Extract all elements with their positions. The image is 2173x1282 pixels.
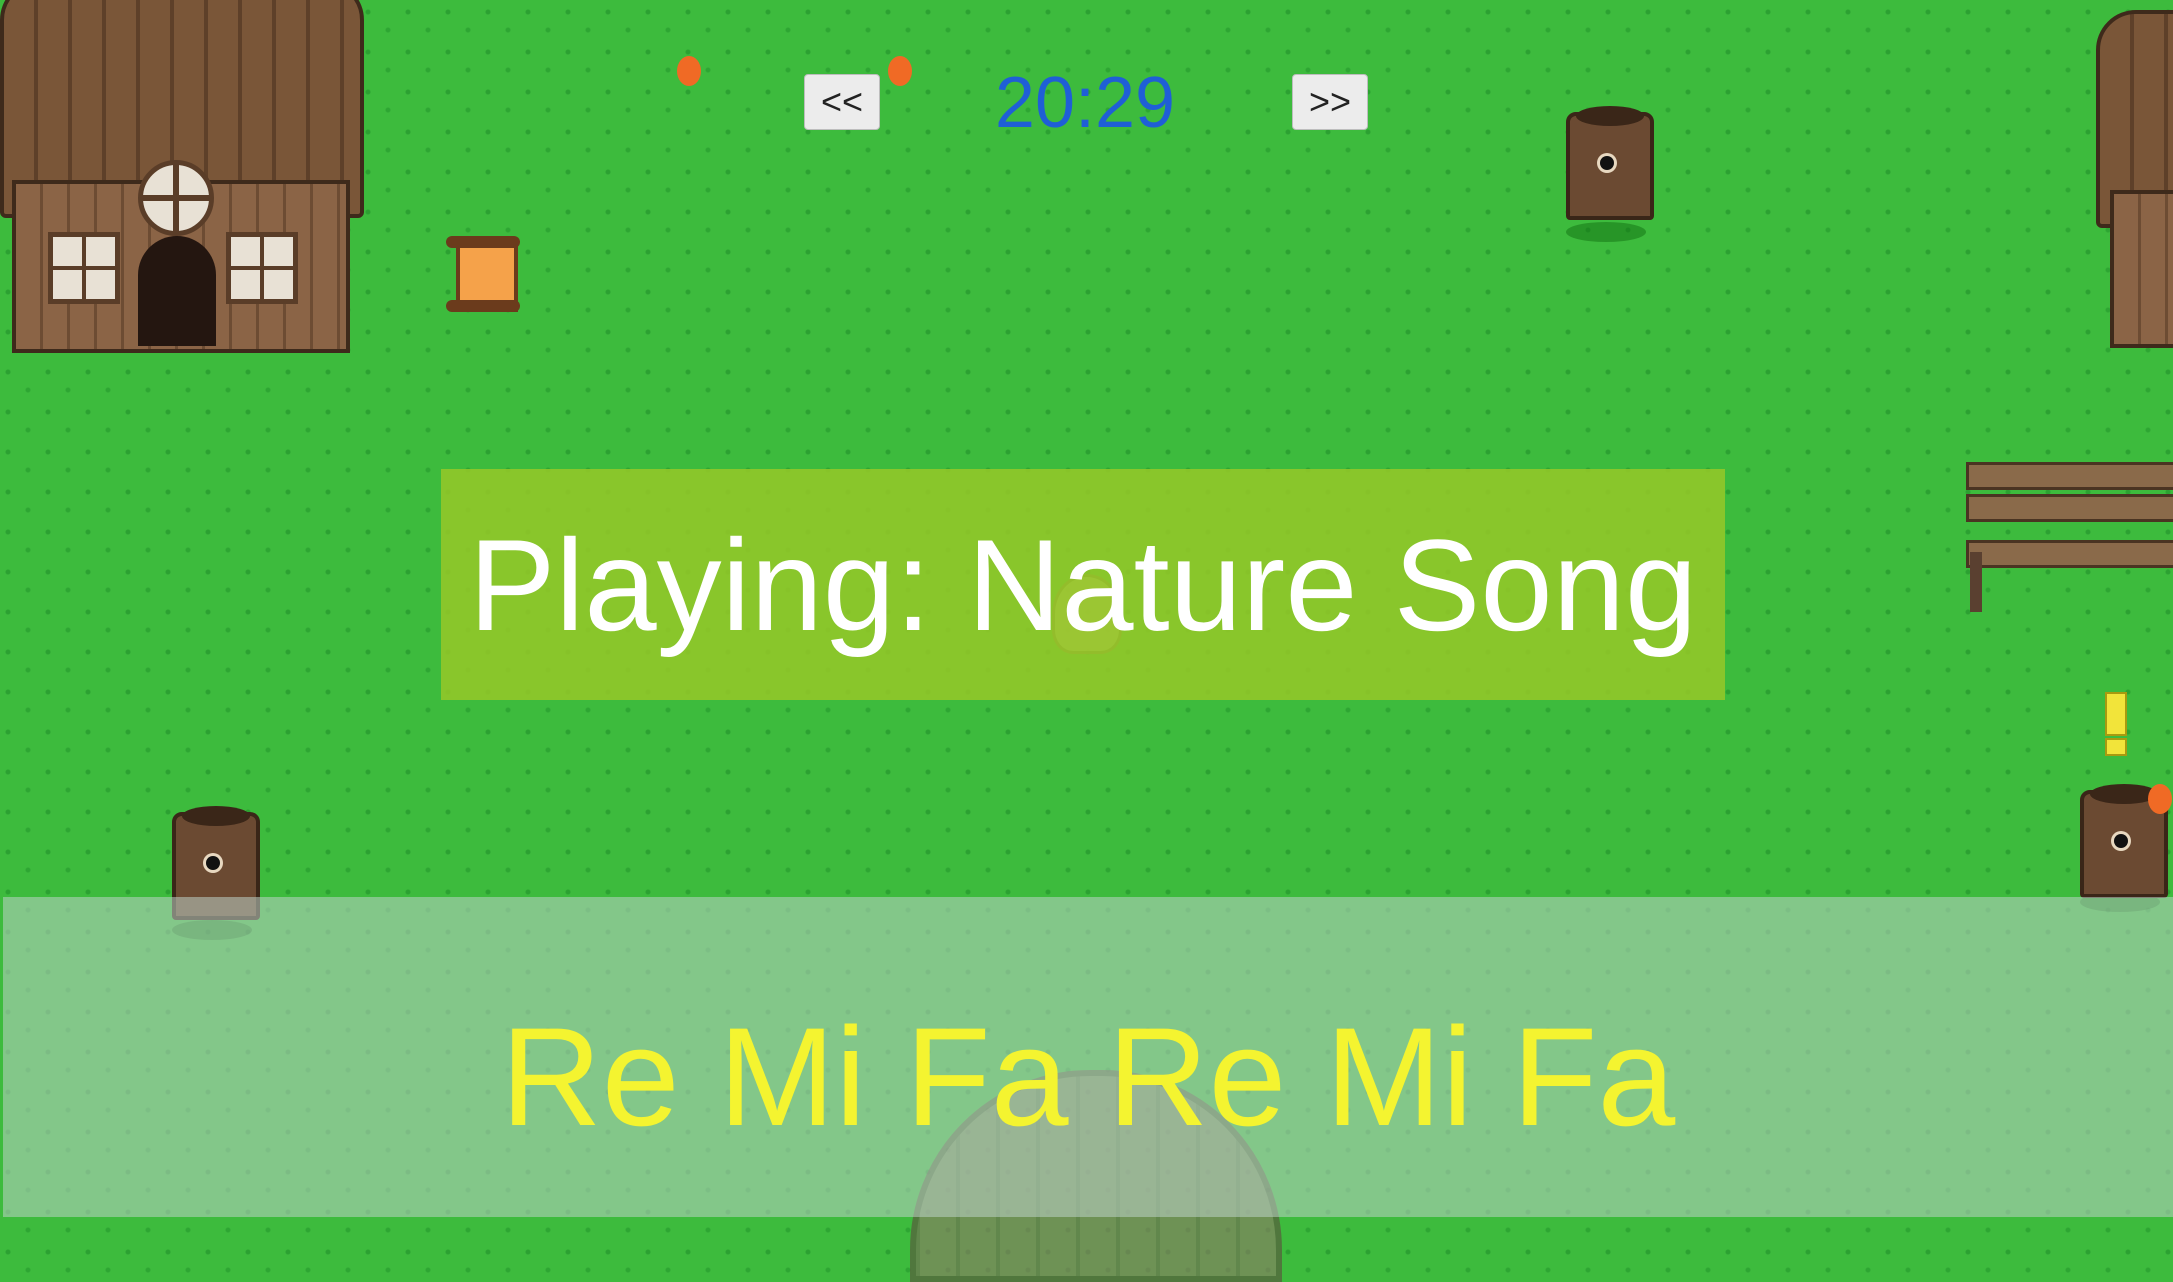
- bench: [1966, 462, 2173, 612]
- orange-fruit: [2148, 784, 2172, 814]
- round-window: [138, 160, 214, 236]
- now-playing-banner: Playing: Nature Song: [441, 469, 1725, 700]
- scroll-item[interactable]: [446, 236, 520, 312]
- npc-eye: [1600, 156, 1614, 170]
- house-right-edge: [2096, 0, 2173, 350]
- orange-fruit: [888, 56, 912, 86]
- game-clock: 20:29: [994, 63, 1176, 143]
- tree-stump-npc[interactable]: [1566, 106, 1654, 220]
- now-playing-text: Playing: Nature Song: [468, 511, 1698, 658]
- next-song-button[interactable]: >>: [1292, 74, 1368, 130]
- exclamation-icon: [2105, 692, 2127, 756]
- previous-song-button[interactable]: <<: [804, 74, 880, 130]
- notes-panel: Re Mi Fa Re Mi Fa: [3, 897, 2173, 1217]
- npc-eye: [206, 856, 220, 870]
- house-left: [0, 0, 370, 353]
- orange-fruit: [677, 56, 701, 86]
- notes-text: Re Mi Fa Re Mi Fa: [500, 998, 1676, 1155]
- house-door: [138, 236, 216, 346]
- npc-eye: [2114, 834, 2128, 848]
